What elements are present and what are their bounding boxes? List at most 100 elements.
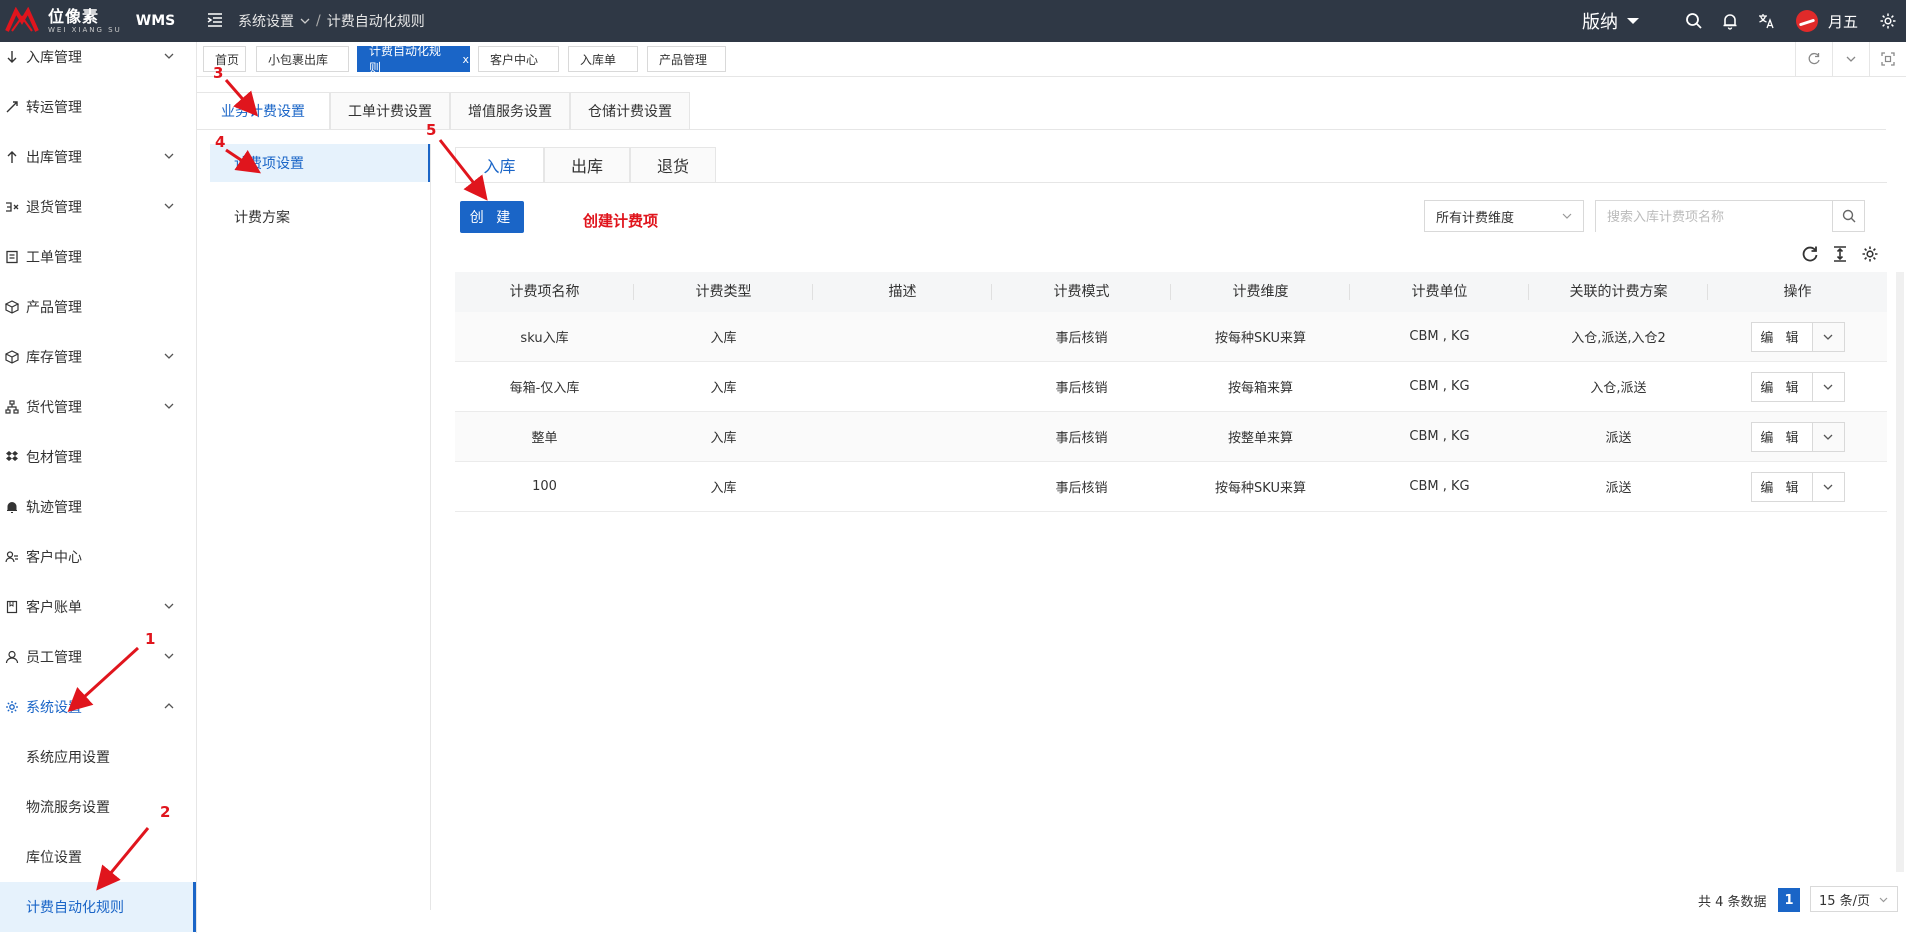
logo-mark-icon xyxy=(2,6,42,36)
sidebar-item-inventory[interactable]: 库存管理 xyxy=(0,332,196,382)
edit-button[interactable]: 编 辑 xyxy=(1750,471,1813,502)
gear-icon[interactable] xyxy=(1860,244,1880,264)
chevron-down-icon[interactable] xyxy=(1812,321,1845,352)
sidebar-item-staff[interactable]: 员工管理 xyxy=(0,632,196,682)
search-input[interactable] xyxy=(1596,201,1833,233)
sidebar-subitem-label: 库位设置 xyxy=(26,850,82,866)
box-icon xyxy=(4,349,20,365)
annotation-number: 4 xyxy=(215,133,226,151)
breadcrumb-separator: / xyxy=(316,13,321,29)
create-button[interactable]: 创 建 xyxy=(460,201,524,233)
page-tab-parcel-outbound[interactable]: 小包裹出库 xyxy=(256,46,349,72)
column-header-actions: 操作 xyxy=(1783,284,1812,300)
sidebar-item-tickets[interactable]: 工单管理 xyxy=(0,232,196,282)
sidebar-subitem-billing-rules[interactable]: 计费自动化规则 xyxy=(0,882,196,932)
caret-down-icon xyxy=(1626,18,1639,24)
refresh-icon[interactable] xyxy=(1800,244,1820,264)
translate-icon[interactable] xyxy=(1748,0,1784,42)
cell-dimension: 按整单来算 xyxy=(1227,431,1293,446)
page-size-select[interactable]: 15 条/页 xyxy=(1810,886,1898,912)
search-icon[interactable] xyxy=(1676,0,1712,42)
table-row: 每箱-仅入库 入库 事后核销 按每箱来算 CBM , KG 入仓,派送 编 辑 xyxy=(455,362,1887,412)
sidebar-item-packaging[interactable]: 包材管理 xyxy=(0,432,196,482)
tab-business-billing[interactable]: 业务计费设置 xyxy=(196,92,330,130)
cell-type: 入库 xyxy=(710,381,737,396)
bell-icon[interactable] xyxy=(1712,0,1748,42)
sidebar-item-customer-bill[interactable]: 客户账单 xyxy=(0,582,196,632)
page-tab-home[interactable]: 首页 xyxy=(203,46,246,72)
sidebar-item-products[interactable]: 产品管理 xyxy=(0,282,196,332)
submenu-item-label: 计费项设置 xyxy=(234,156,304,172)
sidebar-item-transfer[interactable]: 转运管理 xyxy=(0,82,196,132)
cell-type: 入库 xyxy=(710,331,737,346)
chevron-down-icon[interactable] xyxy=(1812,421,1845,452)
submenu-item-billing-plans[interactable]: 计费方案 xyxy=(210,198,430,236)
cell-name: 每箱-仅入库 xyxy=(509,381,580,396)
pagination-total: 共 4 条数据 xyxy=(1698,895,1767,910)
chevron-down-icon xyxy=(300,18,310,24)
chevron-down-icon xyxy=(164,353,174,359)
sidebar-subitem-app-settings[interactable]: 系统应用设置 xyxy=(0,732,196,782)
avatar[interactable] xyxy=(1795,10,1818,32)
submenu-item-billing-items[interactable]: 计费项设置 xyxy=(210,144,430,182)
vertical-scrollbar[interactable] xyxy=(1896,272,1904,872)
chevron-down-icon[interactable] xyxy=(1812,371,1845,402)
tab-value-added-billing[interactable]: 增值服务设置 xyxy=(450,92,570,130)
select-value: 15 条/页 xyxy=(1819,893,1871,909)
cell-dimension: 按每种SKU来算 xyxy=(1215,481,1306,496)
search-icon[interactable] xyxy=(1832,201,1864,231)
tab-label: 出库 xyxy=(570,157,603,176)
sidebar-item-forwarder[interactable]: 货代管理 xyxy=(0,382,196,432)
page-tab-billing-rules[interactable]: 计费自动化规则 x xyxy=(357,44,470,75)
sidebar-item-label: 出库管理 xyxy=(26,150,82,166)
sidebar-item-returns[interactable]: 退货管理 xyxy=(0,182,196,232)
return-icon xyxy=(4,199,20,215)
column-height-icon[interactable] xyxy=(1830,244,1850,264)
tab-label: 增值服务设置 xyxy=(468,104,552,120)
fullscreen-icon[interactable] xyxy=(1869,42,1906,76)
sidebar-item-customer-center[interactable]: 客户中心 xyxy=(0,532,196,582)
gear-icon[interactable] xyxy=(1870,0,1906,42)
logo-wms: WMS xyxy=(135,13,176,29)
chevron-down-icon xyxy=(164,53,174,59)
sidebar-item-label: 系统设置 xyxy=(26,700,82,716)
breadcrumb: 系统设置 / 计费自动化规则 xyxy=(238,11,425,31)
page-tab-product-management[interactable]: 产品管理 xyxy=(647,46,726,72)
billing-items-table: 计费项名称 计费类型 描述 计费模式 计费维度 计费单位 关联的计费方案 操作 … xyxy=(455,272,1887,512)
sidebar-subitem-label: 计费自动化规则 xyxy=(26,900,124,916)
sidebar-item-label: 退货管理 xyxy=(26,200,82,216)
cell-actions: 编 辑 xyxy=(1708,371,1887,402)
cell-actions: 编 辑 xyxy=(1708,321,1887,352)
sidebar-subitem-label: 系统应用设置 xyxy=(26,750,110,766)
tab-returns[interactable]: 退货 xyxy=(630,147,716,183)
billing-dimension-select[interactable]: 所有计费维度 xyxy=(1424,200,1584,232)
tab-inbound[interactable]: 入库 xyxy=(455,147,544,183)
page-tab-customer-center[interactable]: 客户中心 xyxy=(478,46,559,72)
sidebar-item-tracking[interactable]: 轨迹管理 xyxy=(0,482,196,532)
page-tab-label: 产品管理 xyxy=(659,52,708,67)
cell-name: sku入库 xyxy=(520,331,569,346)
sidebar-subitem-location-settings[interactable]: 库位设置 xyxy=(0,832,196,882)
pagination-current-page[interactable]: 1 xyxy=(1778,888,1800,912)
logo[interactable]: 位像素 WEI XIANG SU WMS xyxy=(0,0,198,42)
page-tab-inbound-order[interactable]: 入库单 xyxy=(568,46,638,72)
edit-button[interactable]: 编 辑 xyxy=(1750,371,1813,402)
refresh-icon[interactable] xyxy=(1795,42,1832,76)
cell-type: 入库 xyxy=(710,431,737,446)
tab-storage-billing[interactable]: 仓储计费设置 xyxy=(570,92,690,130)
menu-collapse-icon[interactable] xyxy=(205,10,225,30)
edition-switcher[interactable]: 版纳 xyxy=(1582,8,1640,34)
edit-button[interactable]: 编 辑 xyxy=(1750,421,1813,452)
vertical-divider xyxy=(430,144,431,910)
breadcrumb-system-settings[interactable]: 系统设置 xyxy=(238,11,294,31)
sidebar-item-outbound[interactable]: 出库管理 xyxy=(0,132,196,182)
sidebar-item-system-settings[interactable]: 系统设置 xyxy=(0,682,196,732)
edit-button[interactable]: 编 辑 xyxy=(1750,321,1813,352)
user-name[interactable]: 月五 xyxy=(1828,11,1858,32)
cell-mode: 事后核销 xyxy=(1055,481,1108,496)
chevron-down-icon[interactable] xyxy=(1812,471,1845,502)
chevron-down-icon[interactable] xyxy=(1832,42,1869,76)
tab-outbound[interactable]: 出库 xyxy=(544,147,630,183)
close-icon[interactable]: x xyxy=(462,53,469,66)
sidebar-item-inbound[interactable]: 入库管理 xyxy=(0,42,196,82)
